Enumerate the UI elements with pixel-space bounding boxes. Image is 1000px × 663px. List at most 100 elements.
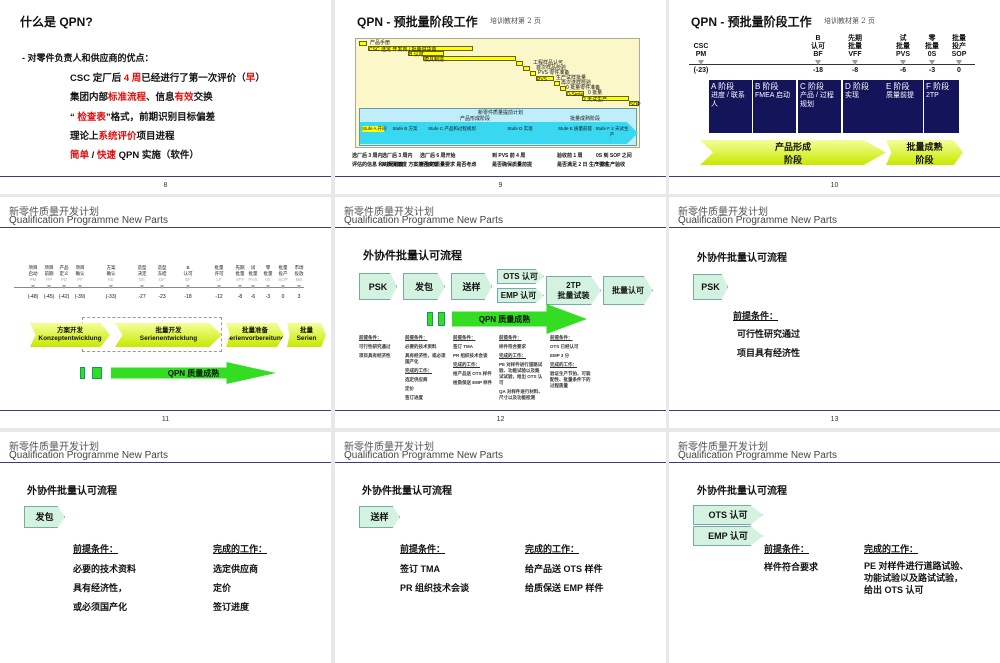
completed-list: PE 对样件进行道路试验、 功能试验以及路试试验， 给出 OTS 认可 — [864, 561, 969, 595]
phase-name: F 阶段 — [926, 82, 950, 91]
slide-12[interactable]: 新零件质量开发计划 Qualification Programme New Pa… — [335, 197, 666, 428]
prerequisites-list: 签订 TMA PR 组织技术会谈 — [400, 564, 470, 593]
milestone-marker — [900, 60, 906, 65]
milestone-marker — [186, 285, 190, 289]
header-line — [335, 462, 666, 463]
detail-item: 具有经济性，或必须国产化 — [405, 353, 446, 364]
milestone-value: (-39) — [74, 294, 86, 300]
slide-15[interactable]: 新零件质量开发计划 Qualification Programme New Pa… — [335, 432, 666, 663]
qpn-block — [438, 312, 445, 326]
step-ots[interactable]: OTS 认可 — [693, 505, 763, 525]
detail-item: 验证生产节拍、可装配性、批量条件下的过程质量 — [550, 371, 591, 388]
prerequisite: 可行性研究通过 — [737, 329, 801, 339]
header-en: Qualification Programme New Parts — [9, 450, 168, 461]
milestone-value: (-23) — [693, 67, 709, 74]
section-label: 前提条件： — [405, 335, 428, 340]
benefit-line: 简单 / 快速 QPN 实施（软件） — [70, 150, 199, 162]
bullet: - 对零件负责人和供应商的优点： — [22, 53, 154, 63]
plan-band: 新零件质量提前计划 产品形成阶段 批量成熟阶段 Stufe A 开同 Stufe… — [359, 108, 638, 146]
header-en: Qualification Programme New Parts — [344, 450, 503, 461]
milestone-code: PF — [77, 277, 83, 282]
detail-item: 可行性研究通过 — [359, 344, 391, 349]
header-en: Qualification Programme New Parts — [9, 215, 168, 226]
slide-number: 8 — [163, 182, 168, 189]
milestone-label: 零 批量 0S — [925, 35, 939, 58]
milestone-marker — [160, 285, 164, 289]
slide-number: 12 — [496, 416, 505, 423]
benefit-line: 集团内部标准流程、信息有效交换 — [70, 92, 213, 104]
qpn-maturity-arrow: QPN 质量成熟 — [111, 362, 276, 384]
section-label: 完成的工作： — [499, 353, 526, 358]
detail-item: 签订 TMA — [453, 344, 473, 349]
milestone-marker — [62, 285, 66, 289]
milestone-value: -12 — [215, 294, 223, 300]
slide-title: 外协件批量认可流程 — [27, 486, 117, 497]
phase-task: 进度 / 联系人 — [711, 92, 745, 108]
milestone-marker — [140, 285, 144, 289]
step-ots[interactable]: OTS 认可 — [497, 269, 544, 284]
phase-name: D 阶段 — [845, 82, 869, 91]
step-psk[interactable]: PSK — [359, 273, 397, 300]
milestone-value: -23 — [158, 294, 166, 300]
series-arrow: 批量 Serien — [287, 323, 326, 347]
slide-subtitle: 培训教材第 2 页 — [490, 17, 541, 25]
step-psk[interactable]: PSK — [693, 274, 728, 300]
step-samples[interactable]: 送样 — [451, 273, 492, 300]
slide-title: 外协件批量认可流程 — [697, 486, 787, 497]
milestone-marker — [47, 285, 51, 289]
footer-line — [335, 176, 666, 177]
detail-item: EMP 3 分 — [550, 353, 570, 358]
slide-11[interactable]: 新零件质量开发计划 Qualification Programme New Pa… — [0, 197, 331, 428]
header-line — [0, 227, 331, 228]
slide-10[interactable]: QPN - 预批量阶段工作 培训教材第 2 页 CSC PM (-23) B 认可 … — [669, 0, 1000, 194]
step-emp[interactable]: EMP 认可 — [497, 288, 544, 303]
slide-16[interactable]: 新零件质量开发计划 Qualification Programme New Pa… — [669, 432, 1000, 663]
milestone-label: 批量 投产 SOP — [951, 35, 967, 58]
step-contract[interactable]: 发包 — [24, 506, 65, 528]
slide-title: 什么是 QPN? — [20, 15, 93, 29]
slide-title: QPN - 预批量阶段工作 — [691, 15, 812, 29]
step-contract[interactable]: 发包 — [403, 273, 445, 300]
slide-9[interactable]: QPN - 预批量阶段工作 培训教材第 2 页 产品手册 CSC 选定 开发商 … — [335, 0, 666, 194]
slide-number: 10 — [830, 182, 839, 189]
slide-14[interactable]: 新零件质量开发计划 Qualification Programme New Pa… — [0, 432, 331, 663]
qpn-block — [80, 367, 85, 379]
section-label: 前提条件： — [359, 335, 382, 340]
milestone-value: -18 — [184, 294, 192, 300]
step-detail-column: 前提条件： 可行性研究通过 项目具有经济性 — [359, 335, 403, 362]
slide-number: 13 — [830, 416, 839, 423]
milestone-code: DE — [138, 277, 146, 282]
phase-name: E 阶段 — [886, 82, 910, 91]
benefit-line: 理论上系统评价项目进程 — [70, 130, 175, 142]
milestone-label: CSC PM — [693, 43, 709, 58]
step-emp[interactable]: EMP 认可 — [693, 526, 763, 546]
step-2tp[interactable]: 2TP 批量试装 — [546, 276, 601, 305]
detail-item: 项目具有经济性 — [359, 353, 391, 358]
milestone-value: -18 — [812, 67, 824, 74]
footer-line — [335, 410, 666, 411]
phase-box: D 阶段 实现 — [843, 80, 885, 133]
slide-13[interactable]: 新零件质量开发计划 Qualification Programme New Pa… — [669, 197, 1000, 428]
milestone-marker — [281, 285, 285, 289]
milestone-label: 先期 批量 VFF — [848, 35, 862, 58]
prerequisite: 项目具有经济性 — [737, 348, 801, 358]
step-approval[interactable]: 批量认可 — [603, 276, 653, 305]
prerequisites-label: 前提条件： — [400, 544, 446, 554]
milestone-marker — [698, 60, 704, 65]
header-en: Qualification Programme New Parts — [344, 215, 503, 226]
completed-list: 选定供应商 定价 签订进度 — [213, 564, 259, 612]
gantt-chart: 产品手册 CSC 选定 开发商 / 批量供货商 B 认可 模具制造 工程样品认可… — [355, 38, 641, 148]
completed-list: 给产品送 OTS 样件 给质保送 EMP 样件 — [525, 564, 604, 593]
detail-item: 定价 — [405, 386, 414, 391]
milestone-label: 试 批量 PVS — [895, 35, 910, 58]
slide-8[interactable]: 什么是 QPN? - 对零件负责人和供应商的优点： CSC 定厂后 4 周已经进… — [0, 0, 331, 194]
milestone-code: BF — [185, 277, 191, 282]
milestone-marker — [78, 285, 82, 289]
footer-line — [0, 410, 331, 411]
milestone-value: -6 — [899, 67, 907, 74]
milestone-value: 0 — [957, 67, 961, 74]
step-samples[interactable]: 送样 — [359, 506, 400, 528]
milestone-label: 造型 决定 — [137, 265, 147, 276]
detail-item: 必要的技术资料 — [405, 344, 437, 349]
phase-task: 产品 / 过程规划 — [800, 92, 834, 108]
